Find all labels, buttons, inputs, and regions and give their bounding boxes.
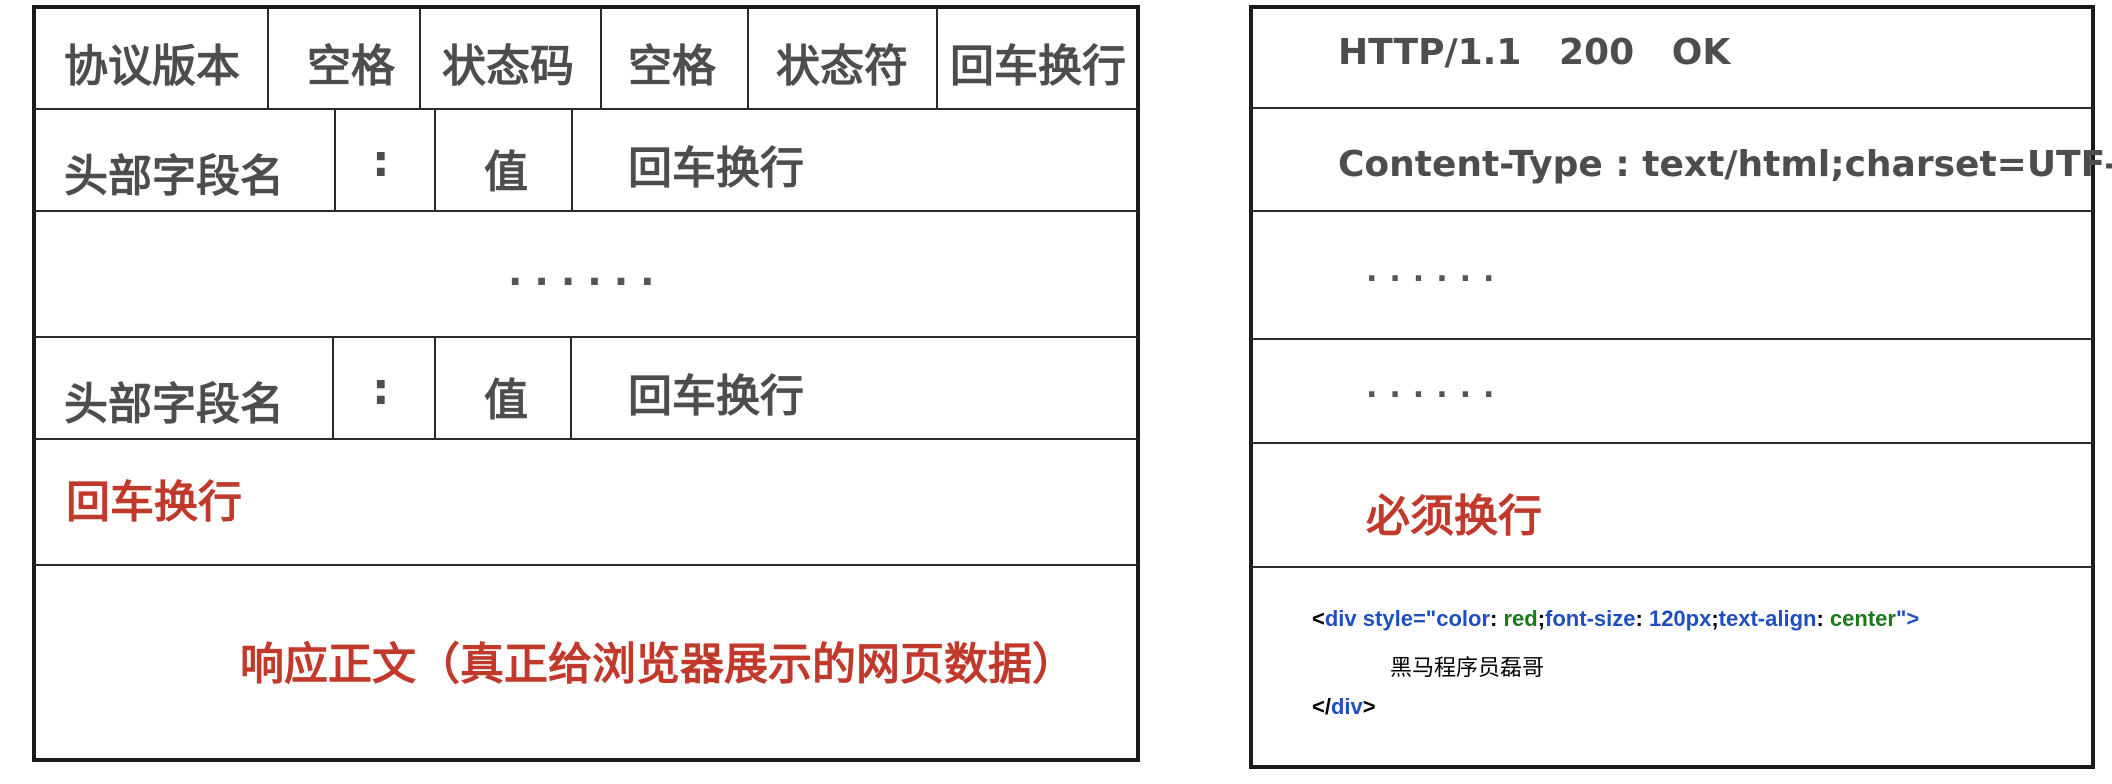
ellipsis: ...... bbox=[508, 250, 667, 294]
row-divider bbox=[1251, 210, 2093, 212]
row-divider bbox=[1251, 107, 2093, 109]
cell-divider bbox=[600, 9, 602, 109]
status-line-space: 空格 bbox=[307, 41, 395, 92]
cell-divider bbox=[434, 338, 436, 438]
code-token: > bbox=[1362, 694, 1376, 719]
code-open-tag: <div style="color: red;font-size: 120px;… bbox=[1312, 606, 1919, 632]
response-body-label: 响应正文（真正给浏览器展示的网页数据） bbox=[240, 639, 1076, 690]
code-content: 黑马程序员磊哥 bbox=[1390, 656, 1545, 681]
row-divider bbox=[34, 564, 1138, 566]
example-blank-line: 必须换行 bbox=[1366, 491, 1542, 542]
row-divider bbox=[34, 108, 1138, 110]
ellipsis: ...... bbox=[1366, 370, 1507, 405]
code-token: </ bbox=[1312, 694, 1331, 719]
header-colon: : bbox=[372, 364, 390, 415]
code-token: : bbox=[1635, 606, 1649, 631]
code-token: font-size bbox=[1545, 606, 1636, 631]
status-line-space: 空格 bbox=[628, 41, 716, 92]
code-token: color bbox=[1436, 606, 1491, 631]
cell-divider bbox=[747, 9, 749, 109]
header-colon: : bbox=[372, 136, 390, 187]
code-token: ; bbox=[1537, 606, 1546, 631]
row-divider bbox=[34, 210, 1138, 212]
code-token: < bbox=[1312, 606, 1325, 631]
status-line-status-text: 状态符 bbox=[776, 41, 908, 92]
code-token: 120px bbox=[1648, 606, 1712, 631]
header-crlf: 回车换行 bbox=[628, 371, 804, 422]
cell-divider bbox=[332, 338, 334, 438]
code-token: center bbox=[1829, 606, 1896, 631]
code-token: : bbox=[1816, 606, 1830, 631]
status-line-status-code: 状态码 bbox=[442, 41, 574, 92]
status-line-crlf: 回车换行 bbox=[950, 41, 1126, 92]
cell-divider bbox=[267, 9, 269, 109]
row-divider bbox=[34, 438, 1138, 440]
code-token: : bbox=[1490, 606, 1504, 631]
cell-divider bbox=[936, 9, 938, 109]
row-divider bbox=[34, 336, 1138, 338]
code-token: style bbox=[1362, 606, 1413, 631]
blank-line-crlf: 回车换行 bbox=[66, 477, 242, 528]
code-token: red bbox=[1503, 606, 1538, 631]
example-status-line: HTTP/1.1 200 OK bbox=[1338, 32, 1731, 73]
code-token: div bbox=[1324, 606, 1357, 631]
header-value: 值 bbox=[484, 375, 528, 426]
cell-divider bbox=[570, 338, 572, 438]
status-line-protocol-version: 协议版本 bbox=[64, 41, 240, 92]
code-token: ; bbox=[1711, 606, 1719, 631]
ellipsis: ...... bbox=[1366, 254, 1507, 289]
cell-divider bbox=[434, 110, 436, 210]
cell-divider bbox=[571, 110, 573, 210]
header-crlf: 回车换行 bbox=[628, 143, 804, 194]
header-field-name: 头部字段名 bbox=[64, 379, 284, 430]
row-divider bbox=[1251, 338, 2093, 340]
header-field-name: 头部字段名 bbox=[64, 151, 284, 202]
code-token: text-align bbox=[1718, 606, 1817, 631]
cell-divider bbox=[334, 110, 336, 210]
code-close-tag: </div> bbox=[1312, 694, 1376, 720]
row-divider bbox=[1251, 442, 2093, 444]
row-divider bbox=[1251, 566, 2093, 568]
code-token: div bbox=[1330, 694, 1363, 719]
code-token: "> bbox=[1895, 606, 1920, 631]
cell-divider bbox=[419, 9, 421, 109]
code-token: =" bbox=[1412, 606, 1437, 631]
example-header-content-type: Content-Type : text/html;charset=UTF-8 bbox=[1338, 144, 2112, 185]
header-value: 值 bbox=[484, 147, 528, 198]
